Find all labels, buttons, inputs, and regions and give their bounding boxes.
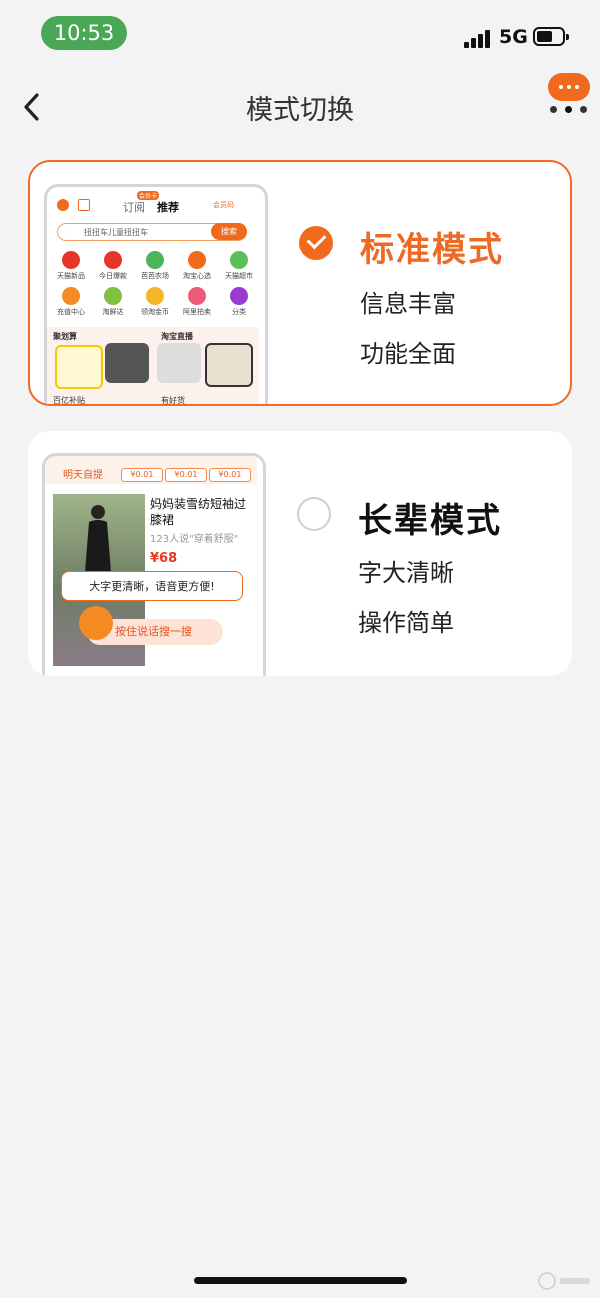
mascot-icon <box>79 606 113 640</box>
preview-grid-item: 淘鲜达 <box>93 287 133 317</box>
elder-mode-radio[interactable] <box>297 497 331 531</box>
preview-section-label: 有好货 <box>161 396 185 405</box>
status-bar: 10:53 5G <box>0 0 600 70</box>
tshirt-image <box>105 343 149 383</box>
preview-coupon: ¥0.01 <box>209 468 251 482</box>
preview-product-sub: 123人说"穿着舒服" <box>150 534 239 545</box>
preview-section-label: 百亿补贴 <box>53 396 85 405</box>
expand-icon <box>78 199 90 211</box>
preview-member-code: 会员码 <box>213 201 234 209</box>
scan-icon <box>57 199 69 211</box>
preview-grid-item: 天猫新品 <box>51 251 91 281</box>
bag-image <box>205 343 253 387</box>
preview-coupon: ¥0.01 <box>165 468 207 482</box>
standard-mode-preview: 订阅 会员卡 推荐 会员码 扭扭车儿童扭扭车 搜索 天猫新品 今日爆款 芭芭农场… <box>44 184 268 405</box>
preview-product-name: 妈妈装雪纺短袖过膝裙 <box>150 497 247 527</box>
tricycle-image <box>55 345 103 389</box>
preview-section-label: 淘宝直播 <box>161 332 193 341</box>
preview-grid-item: 天猫超市 <box>219 251 259 281</box>
standard-mode-feature: 信息丰富 <box>360 290 456 318</box>
preview-grid-item: 领淘金币 <box>135 287 175 317</box>
preview-search-button: 搜索 <box>211 223 247 240</box>
preview-grid-item: 充值中心 <box>51 287 91 317</box>
status-time: 10:53 <box>41 16 127 50</box>
preview-top-bar: 订阅 会员卡 推荐 会员码 <box>47 187 259 217</box>
preview-grid-item: 分类 <box>219 287 259 317</box>
checkmark-icon <box>306 229 327 250</box>
preview-grid-item: 今日爆款 <box>93 251 133 281</box>
stroller-image <box>157 343 201 383</box>
nav-bar: 模式切换 <box>0 70 600 140</box>
watermark-logo <box>538 1272 594 1290</box>
preview-header: 明天自提 ¥0.01 ¥0.01 ¥0.01 <box>45 456 257 484</box>
preview-grid-item: 淘宝心选 <box>177 251 217 281</box>
preview-product-price: ¥68 <box>150 551 178 566</box>
preview-search-bar: 扭扭车儿童扭扭车 搜索 <box>57 223 247 241</box>
standard-mode-feature: 功能全面 <box>360 340 456 368</box>
preview-section-label: 聚划算 <box>53 332 77 341</box>
preview-grid-item: 芭芭农场 <box>135 251 175 281</box>
elder-mode-feature: 操作简单 <box>358 609 454 637</box>
preview-search-placeholder: 扭扭车儿童扭扭车 <box>84 228 148 237</box>
preview-grid-item: 阿里拍卖 <box>177 287 217 317</box>
battery-icon <box>533 27 569 46</box>
standard-mode-card[interactable]: 订阅 会员卡 推荐 会员码 扭扭车儿童扭扭车 搜索 天猫新品 今日爆款 芭芭农场… <box>28 160 572 406</box>
preview-feed: 聚划算 淘宝直播 百亿补贴 有好货 <box>47 327 259 405</box>
preview-header-label: 明天自提 <box>63 470 103 481</box>
signal-icon <box>464 30 492 48</box>
standard-mode-radio[interactable] <box>299 226 333 260</box>
network-label: 5G <box>499 26 528 48</box>
elder-mode-feature: 字大清晰 <box>358 559 454 587</box>
preview-tab-badge: 会员卡 <box>137 191 160 200</box>
preview-tab-recommend: 推荐 <box>157 201 179 214</box>
preview-coupon: ¥0.01 <box>121 468 163 482</box>
standard-mode-title: 标准模式 <box>360 230 504 270</box>
preview-tab-subscribe: 订阅 <box>123 201 145 214</box>
preview-tip-bubble: 大字更清晰，语音更方便! <box>61 571 243 601</box>
elder-mode-preview: 明天自提 ¥0.01 ¥0.01 ¥0.01 妈妈装雪纺短袖过膝裙 123人说"… <box>42 453 266 676</box>
elder-mode-card[interactable]: 明天自提 ¥0.01 ¥0.01 ¥0.01 妈妈装雪纺短袖过膝裙 123人说"… <box>28 431 572 676</box>
home-indicator[interactable] <box>194 1277 407 1284</box>
elder-mode-title: 长辈模式 <box>358 501 502 541</box>
more-bubble-icon[interactable] <box>548 73 590 115</box>
page-title: 模式切换 <box>246 95 354 126</box>
